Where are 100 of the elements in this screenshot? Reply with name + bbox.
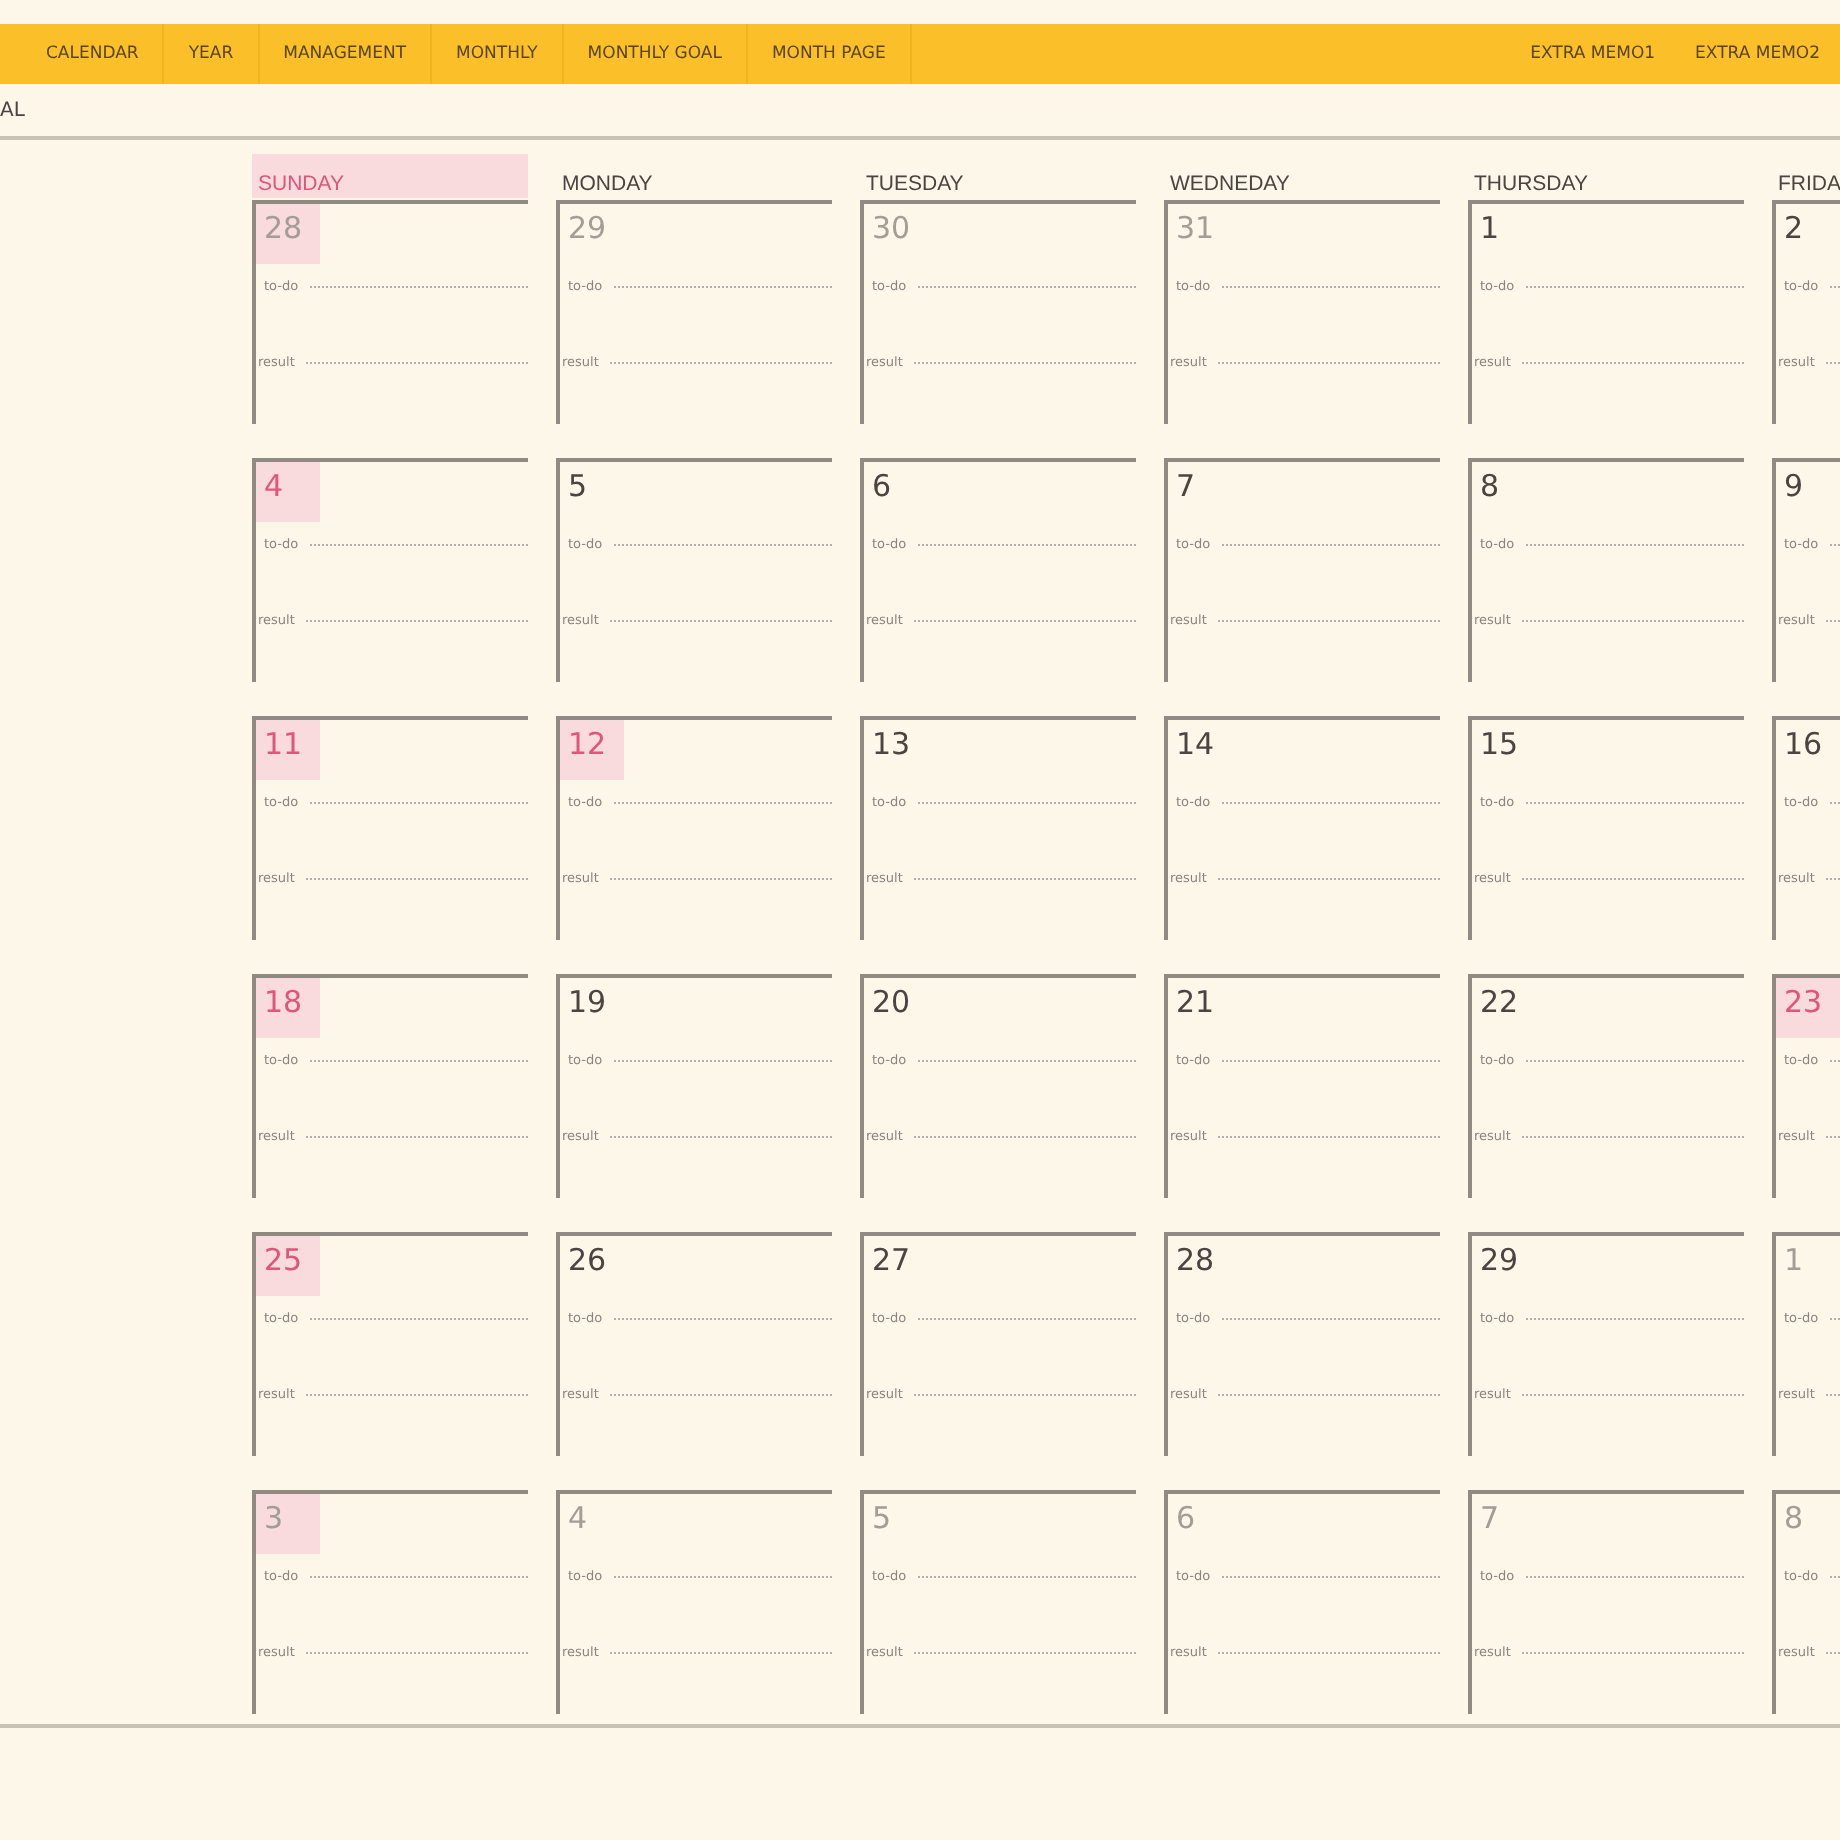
day-number: 5: [870, 1498, 894, 1540]
day-number: 6: [870, 466, 894, 508]
fill-in-line[interactable]: [306, 1652, 528, 1654]
day-number: 1: [1478, 208, 1502, 250]
fill-in-line[interactable]: [918, 544, 1136, 546]
fill-in-line[interactable]: [610, 878, 832, 880]
fill-in-line[interactable]: [1830, 1060, 1840, 1062]
fill-in-line[interactable]: [306, 620, 528, 622]
fill-in-line[interactable]: [310, 286, 528, 288]
weekday-header: MONDAY: [560, 170, 655, 198]
fill-in-line[interactable]: [310, 802, 528, 804]
day-number: 8: [1478, 466, 1502, 508]
fill-in-line[interactable]: [914, 362, 1136, 364]
nav-tab[interactable]: EXTRA MEMO1: [1510, 24, 1676, 84]
fill-in-line[interactable]: [610, 362, 832, 364]
fill-in-line[interactable]: [1222, 802, 1440, 804]
day-number: 5: [566, 466, 590, 508]
nav-tab[interactable]: MONTHLY: [432, 24, 564, 84]
fill-in-line[interactable]: [1218, 362, 1440, 364]
fill-in-line[interactable]: [914, 1394, 1136, 1396]
fill-in-line[interactable]: [918, 286, 1136, 288]
fill-in-line[interactable]: [610, 1394, 832, 1396]
fill-in-line[interactable]: [1830, 1576, 1840, 1578]
fill-in-line[interactable]: [306, 878, 528, 880]
fill-in-line[interactable]: [610, 1136, 832, 1138]
fill-in-line[interactable]: [914, 878, 1136, 880]
day-number: 9: [1782, 466, 1806, 508]
fill-in-line[interactable]: [918, 1060, 1136, 1062]
fill-in-line[interactable]: [1522, 362, 1744, 364]
fill-in-line[interactable]: [918, 1576, 1136, 1578]
fill-in-line[interactable]: [1222, 1318, 1440, 1320]
weekday-header: WEDNEDAY: [1168, 170, 1292, 198]
day-number: 15: [1478, 724, 1521, 766]
fill-in-line[interactable]: [1522, 878, 1744, 880]
fill-in-line[interactable]: [1826, 1136, 1840, 1138]
nav-tab[interactable]: YEAR: [164, 24, 260, 84]
fill-in-line[interactable]: [1522, 1136, 1744, 1138]
fill-in-line[interactable]: [1218, 620, 1440, 622]
fill-in-line[interactable]: [1526, 544, 1744, 546]
fill-in-line[interactable]: [1222, 544, 1440, 546]
fill-in-line[interactable]: [310, 544, 528, 546]
fill-in-line[interactable]: [1218, 878, 1440, 880]
fill-in-line[interactable]: [1522, 1652, 1744, 1654]
fill-in-line[interactable]: [306, 362, 528, 364]
fill-in-line[interactable]: [1222, 1576, 1440, 1578]
nav-tab[interactable]: CALENDAR: [12, 24, 165, 84]
day-number: 20: [870, 982, 913, 1024]
day-number: 3: [256, 1494, 320, 1554]
fill-in-line[interactable]: [914, 1652, 1136, 1654]
day-number: 30: [870, 208, 913, 250]
fill-in-line[interactable]: [610, 1652, 832, 1654]
fill-in-line[interactable]: [1526, 286, 1744, 288]
fill-in-line[interactable]: [1222, 286, 1440, 288]
fill-in-line[interactable]: [1826, 1394, 1840, 1396]
fill-in-line[interactable]: [1830, 544, 1840, 546]
weekday-header: THURSDAY: [1472, 170, 1590, 198]
fill-in-line[interactable]: [306, 1136, 528, 1138]
fill-in-line[interactable]: [918, 1318, 1136, 1320]
nav-tab[interactable]: MANAGEMENT: [259, 24, 433, 84]
fill-in-line[interactable]: [310, 1576, 528, 1578]
fill-in-line[interactable]: [1526, 802, 1744, 804]
fill-in-line[interactable]: [614, 1060, 832, 1062]
weekday-header: SUNDAY: [252, 154, 528, 198]
fill-in-line[interactable]: [306, 1394, 528, 1396]
day-number: 29: [566, 208, 609, 250]
nav-tab[interactable]: EXTRA MEMO2: [1675, 24, 1840, 84]
fill-in-line[interactable]: [614, 802, 832, 804]
fill-in-line[interactable]: [1218, 1136, 1440, 1138]
fill-in-line[interactable]: [1826, 878, 1840, 880]
fill-in-line[interactable]: [1826, 362, 1840, 364]
fill-in-line[interactable]: [610, 620, 832, 622]
fill-in-line[interactable]: [1826, 620, 1840, 622]
fill-in-line[interactable]: [1218, 1394, 1440, 1396]
fill-in-line[interactable]: [614, 1318, 832, 1320]
fill-in-line[interactable]: [1222, 1060, 1440, 1062]
fill-in-line[interactable]: [1826, 1652, 1840, 1654]
fill-in-line[interactable]: [310, 1060, 528, 1062]
fill-in-line[interactable]: [1526, 1318, 1744, 1320]
fill-in-line[interactable]: [918, 802, 1136, 804]
nav-tab[interactable]: MONTHLY GOAL: [563, 24, 748, 84]
fill-in-line[interactable]: [310, 1318, 528, 1320]
fill-in-line[interactable]: [1522, 620, 1744, 622]
fill-in-line[interactable]: [1830, 1318, 1840, 1320]
day-number: 7: [1478, 1498, 1502, 1540]
day-number: 28: [1174, 1240, 1217, 1282]
fill-in-line[interactable]: [914, 620, 1136, 622]
day-number: 21: [1174, 982, 1217, 1024]
fill-in-line[interactable]: [1526, 1060, 1744, 1062]
fill-in-line[interactable]: [614, 1576, 832, 1578]
fill-in-line[interactable]: [914, 1136, 1136, 1138]
fill-in-line[interactable]: [1218, 1652, 1440, 1654]
day-number: 2: [1782, 208, 1806, 250]
fill-in-line[interactable]: [1522, 1394, 1744, 1396]
fill-in-line[interactable]: [1526, 1576, 1744, 1578]
nav-tab[interactable]: MONTH PAGE: [747, 24, 912, 84]
fill-in-line[interactable]: [1830, 802, 1840, 804]
fill-in-line[interactable]: [614, 286, 832, 288]
fill-in-line[interactable]: [614, 544, 832, 546]
day-number: 13: [870, 724, 913, 766]
fill-in-line[interactable]: [1830, 286, 1840, 288]
